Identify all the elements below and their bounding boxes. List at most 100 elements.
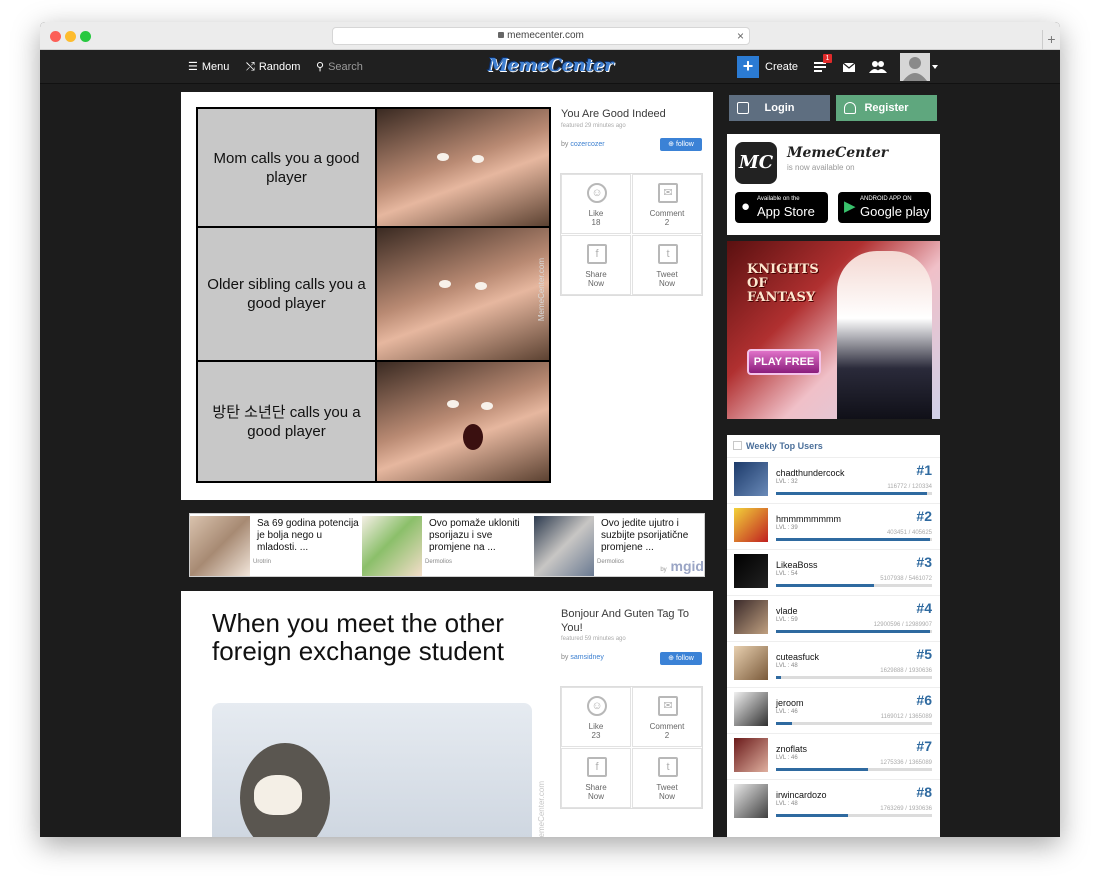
ad-source: Urotrin: [253, 559, 272, 565]
top-user-progress-bar: [776, 676, 932, 679]
menu-button[interactable]: ☰ Menu: [188, 50, 229, 84]
face-eye: [472, 155, 484, 163]
meme-panel-face-1: [377, 109, 549, 226]
post-2-tweet-button[interactable]: t Tweet Now: [632, 748, 702, 808]
mail-icon[interactable]: [842, 60, 856, 74]
ad-item-1[interactable]: Sa 69 godina potencija je bolja nego u m…: [190, 516, 360, 576]
google-play-button[interactable]: ▶ ANDROID APP ON Google play: [838, 192, 931, 223]
post-2-like-button[interactable]: ☺ Like 23: [561, 687, 631, 747]
random-button[interactable]: ⤭ Random: [246, 50, 300, 84]
top-user-row[interactable]: cuteasfuck LVL : 48 1629888 / 1930636 #5: [727, 641, 940, 687]
post-2-meme-image[interactable]: [212, 703, 532, 837]
top-user-avatar[interactable]: [734, 554, 768, 588]
create-button[interactable]: +: [737, 56, 759, 78]
post-2-title[interactable]: Bonjour And Guten Tag To You!: [561, 607, 706, 635]
clear-url-icon[interactable]: ×: [737, 28, 744, 44]
post-2-share-button[interactable]: f Share Now: [561, 748, 631, 808]
top-user-level: LVL : 48: [776, 801, 798, 807]
post-1-author-link[interactable]: cozercozer: [570, 141, 604, 148]
top-user-avatar[interactable]: [734, 600, 768, 634]
avatar-silhouette-icon: [903, 57, 927, 81]
face-eye: [475, 282, 487, 290]
top-user-progress-bar: [776, 538, 932, 541]
top-user-row[interactable]: chadthundercock LVL : 32 116772 / 120334 #1: [727, 457, 940, 503]
browser-titlebar: memecenter.com × +: [40, 22, 1060, 50]
avatar-dropdown-icon[interactable]: [932, 65, 938, 69]
byline-prefix: by: [561, 141, 569, 148]
sponsored-ads-strip: Sa 69 godina potencija je bolja nego u m…: [189, 513, 705, 577]
ad-title: Ovo jedite ujutro i suzbijte psorijatičn…: [601, 518, 689, 553]
top-user-row[interactable]: irwincardozo LVL : 48 1763269 / 1930636 #8: [727, 779, 940, 825]
like-icon: ☺: [587, 183, 607, 203]
search-button[interactable]: ⚲ Search: [316, 50, 363, 84]
gplay-big-text: Google play: [860, 204, 930, 219]
post-1-follow-button[interactable]: ⊕ follow: [660, 138, 702, 151]
post-2-follow-button[interactable]: ⊕ follow: [660, 652, 702, 665]
address-bar[interactable]: memecenter.com ×: [332, 27, 750, 45]
top-user-avatar[interactable]: [734, 738, 768, 772]
top-user-rank: #2: [916, 508, 932, 524]
face-eye: [447, 400, 459, 408]
top-user-name[interactable]: LikeaBoss: [776, 560, 818, 570]
top-user-avatar[interactable]: [734, 784, 768, 818]
post-2-comment-button[interactable]: ✉ Comment 2: [632, 687, 702, 747]
top-user-avatar[interactable]: [734, 646, 768, 680]
post-1-share-button[interactable]: f Share Now: [561, 235, 631, 295]
site-logo[interactable]: MemeCenter: [488, 55, 620, 79]
gplay-small-text: ANDROID APP ON: [860, 196, 912, 202]
top-user-name[interactable]: znoflats: [776, 744, 807, 754]
register-button[interactable]: Register: [836, 95, 937, 121]
top-user-name[interactable]: jeroom: [776, 698, 804, 708]
ad-item-2[interactable]: Ovo pomaže ukloniti psorijazu i sve prom…: [362, 516, 532, 576]
app-store-button[interactable]: ● Available on the App Store: [735, 192, 828, 223]
top-user-name[interactable]: irwincardozo: [776, 790, 827, 800]
follow-plus-icon: ⊕: [668, 141, 674, 148]
top-user-avatar[interactable]: [734, 462, 768, 496]
top-user-rank: #6: [916, 692, 932, 708]
login-button[interactable]: Login: [729, 95, 830, 121]
post-1-meme-image[interactable]: Mom calls you a good player Older siblin…: [196, 107, 551, 483]
post-1-comment-button[interactable]: ✉ Comment 2: [632, 174, 702, 234]
top-user-name[interactable]: vlade: [776, 606, 798, 616]
apple-icon: ●: [741, 198, 751, 215]
top-user-row[interactable]: hmmmmmmmm LVL : 39 403451 / 405625 #2: [727, 503, 940, 549]
friends-icon[interactable]: [869, 60, 887, 74]
meme-panel-text-2: Older sibling calls you a good player: [198, 228, 375, 360]
top-user-row[interactable]: znoflats LVL : 46 1275336 / 1365089 #7: [727, 733, 940, 779]
app-availability-text: is now available on: [787, 163, 855, 172]
top-user-row[interactable]: jeroom LVL : 46 1169012 / 1365089 #6: [727, 687, 940, 733]
create-label[interactable]: Create: [765, 50, 798, 84]
game-ad-banner[interactable]: KNIGHTS OF FANTASY PLAY FREE: [727, 241, 940, 419]
maximize-window-button[interactable]: [80, 31, 91, 42]
browser-window: memecenter.com × + ☰ Menu ⤭ Random ⚲ Search…: [40, 22, 1060, 837]
post-1-like-button[interactable]: ☺ Like 18: [561, 174, 631, 234]
close-window-button[interactable]: [50, 31, 61, 42]
top-user-avatar[interactable]: [734, 692, 768, 726]
logo-text: MemeCenter: [488, 55, 614, 76]
memecenter-app-logo: MC: [735, 142, 777, 184]
meme-watermark: MemeCenter.com: [537, 258, 546, 322]
mgid-logo: mgid: [670, 558, 704, 574]
new-tab-button[interactable]: +: [1042, 30, 1060, 50]
top-user-row[interactable]: LikeaBoss LVL : 54 5107938 / 5461072 #3: [727, 549, 940, 595]
top-user-avatar[interactable]: [734, 508, 768, 542]
mgid-brand[interactable]: by mgid: [660, 558, 704, 574]
post-2-author-link[interactable]: samsidney: [570, 654, 603, 661]
top-user-name[interactable]: cuteasfuck: [776, 652, 819, 662]
top-user-row[interactable]: vlade LVL : 59 12900596 / 12989907 #4: [727, 595, 940, 641]
minimize-window-button[interactable]: [65, 31, 76, 42]
face-eye: [481, 402, 493, 410]
top-user-points: 5107938 / 5461072: [880, 576, 932, 582]
top-user-name[interactable]: hmmmmmmmm: [776, 514, 841, 524]
post-1-title[interactable]: You Are Good Indeed: [561, 108, 666, 120]
top-user-points: 1763269 / 1930636: [880, 806, 932, 812]
post-1-tweet-button[interactable]: t Tweet Now: [632, 235, 702, 295]
follow-label: follow: [675, 655, 694, 662]
top-user-name[interactable]: chadthundercock: [776, 468, 845, 478]
play-free-button[interactable]: PLAY FREE: [747, 349, 821, 375]
top-user-progress-fill: [776, 538, 931, 541]
post-2-byline: by samsidney: [561, 654, 604, 661]
user-avatar[interactable]: [900, 53, 930, 81]
like-count: 23: [591, 731, 601, 740]
search-label: Search: [328, 61, 363, 73]
